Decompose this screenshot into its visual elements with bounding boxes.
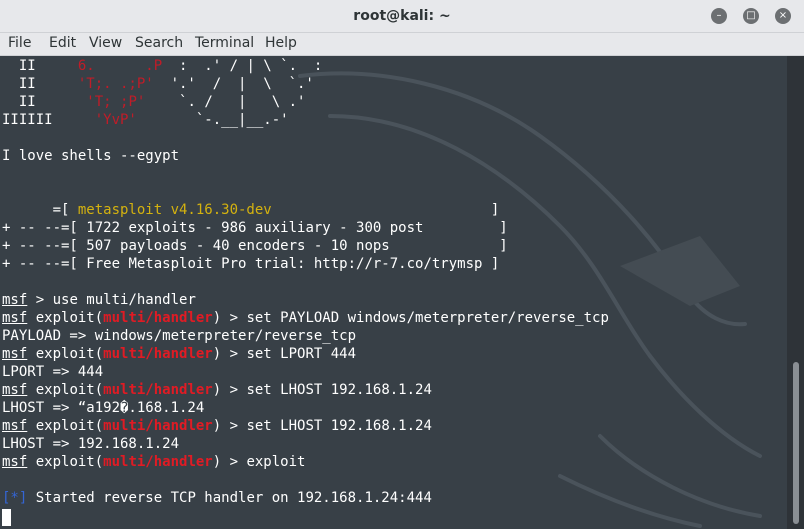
ascii-art-line: II 'T; ;P' `. / | \ .' <box>2 94 306 110</box>
command-line: msf > use multi/handler <box>2 292 196 308</box>
minimize-icon: – <box>716 10 722 21</box>
msf-prompt: msf <box>2 292 28 308</box>
command-line: msf exploit(multi/handler) > set LPORT 4… <box>2 346 357 362</box>
slogan-line: I love shells --egypt <box>2 148 180 164</box>
menu-terminal[interactable]: Terminal <box>195 35 254 51</box>
ascii-art-line: IIIIII 'YvP' `-.__|__.-' <box>2 112 289 128</box>
menu-view[interactable]: View <box>89 35 122 51</box>
terminal-output[interactable]: II 6. .P : .' / | \ `. : II 'T;. .;P' '.… <box>0 56 787 529</box>
output-line: LHOST => “a192�.168.1.24 <box>2 400 205 416</box>
maximize-icon: □ <box>746 10 756 21</box>
command-line: msf exploit(multi/handler) > set LHOST 1… <box>2 418 432 434</box>
output-line: PAYLOAD => windows/meterpreter/reverse_t… <box>2 328 357 344</box>
msf-prompt: msf <box>2 454 28 470</box>
close-icon: × <box>778 10 788 21</box>
info-line-payloads: + -- --=[ 507 payloads - 40 encoders - 1… <box>2 238 508 254</box>
terminal-window: root@kali: ~ – □ × File Edit View Search… <box>0 0 804 529</box>
menu-file[interactable]: File <box>8 35 31 51</box>
msf-prompt: msf <box>2 418 28 434</box>
output-line: LPORT => 444 <box>2 364 104 380</box>
info-line-exploits: + -- --=[ 1722 exploits - 986 auxiliary … <box>2 220 508 236</box>
command-line: msf exploit(multi/handler) > exploit <box>2 454 306 470</box>
output-line: LHOST => 192.168.1.24 <box>2 436 180 452</box>
command-line: msf exploit(multi/handler) > set LHOST 1… <box>2 382 432 398</box>
close-button[interactable]: × <box>775 8 791 24</box>
title-bar[interactable]: root@kali: ~ – □ × <box>0 0 804 33</box>
msf-prompt: msf <box>2 346 28 362</box>
info-line-version: =[ metasploit v4.16.30-dev ] <box>2 202 500 218</box>
menu-bar: File Edit View Search Terminal Help <box>0 33 804 56</box>
text-cursor <box>2 509 11 526</box>
msf-prompt: msf <box>2 310 28 326</box>
window-title: root@kali: ~ <box>353 8 451 24</box>
maximize-button[interactable]: □ <box>743 8 759 24</box>
scrollbar-thumb[interactable] <box>793 362 799 524</box>
menu-search[interactable]: Search <box>135 35 183 51</box>
info-line-trial: + -- --=[ Free Metasploit Pro trial: htt… <box>2 256 500 272</box>
command-line: msf exploit(multi/handler) > set PAYLOAD… <box>2 310 609 326</box>
ascii-art-line: II 6. .P : .' / | \ `. : <box>2 58 323 74</box>
menu-edit[interactable]: Edit <box>49 35 76 51</box>
vertical-scrollbar[interactable] <box>787 56 804 529</box>
menu-help[interactable]: Help <box>265 35 297 51</box>
ascii-art-line: II 'T;. .;P' '.' / | \ `.' <box>2 76 314 92</box>
status-line: [*] Started reverse TCP handler on 192.1… <box>2 490 432 506</box>
msf-prompt: msf <box>2 382 28 398</box>
minimize-button[interactable]: – <box>711 8 727 24</box>
status-tag: [*] <box>2 490 28 506</box>
